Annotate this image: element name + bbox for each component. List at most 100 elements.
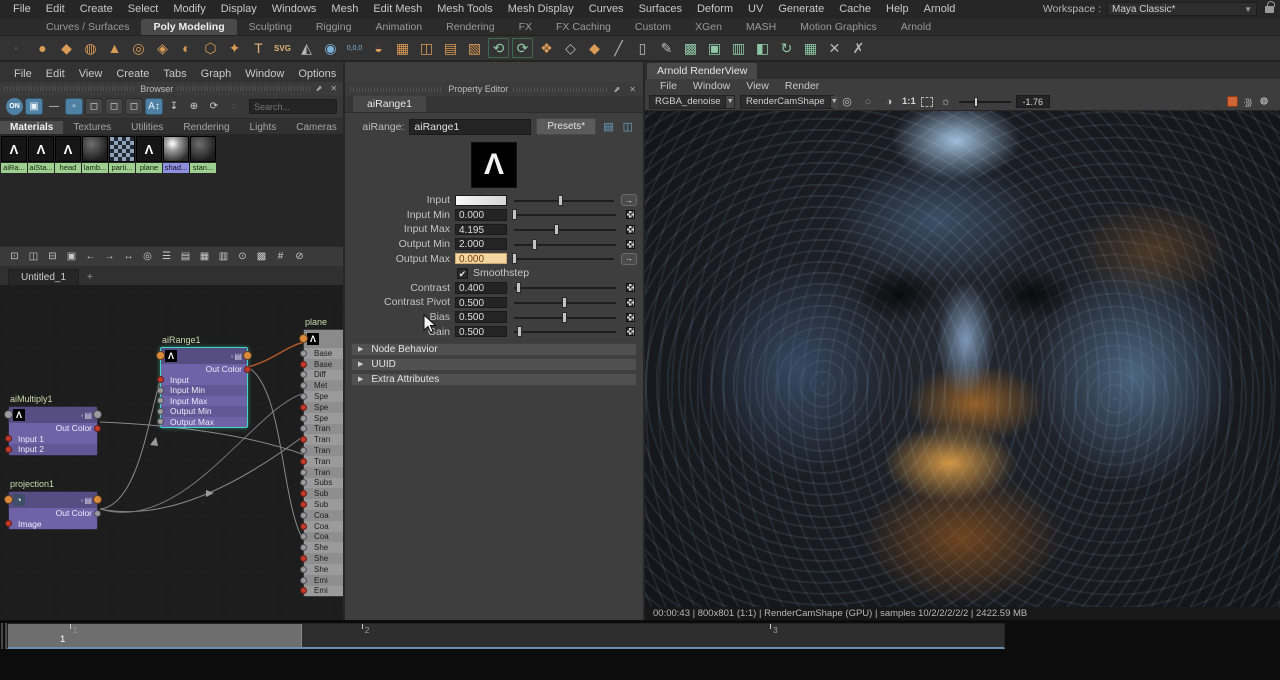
port-dot[interactable] [300, 403, 307, 411]
menu-item[interactable]: Surfaces [632, 2, 689, 16]
map-texture-button[interactable] [623, 209, 637, 221]
show-attributes-icon[interactable]: ▤ [601, 120, 615, 133]
port-dot[interactable] [300, 544, 307, 552]
browser-toolbar-icon[interactable]: A↕ [145, 98, 163, 115]
shelf-tool-icon[interactable]: T [247, 37, 270, 59]
node-editor-tool-icon[interactable]: ← [82, 249, 99, 264]
node-aimultiply1[interactable]: aiMultiply1 Λ ◦▤ Out Color Input 1 Input… [4, 394, 102, 456]
port-dot[interactable] [300, 447, 307, 455]
browser-toolbar-icon[interactable]: ◻ [105, 98, 123, 115]
shelf-tool-icon[interactable]: ✦ [223, 37, 246, 59]
port-dot[interactable] [300, 371, 307, 379]
value-field[interactable]: 2.000 [455, 238, 507, 250]
exposure-slider[interactable] [958, 96, 1011, 107]
property-editor-header[interactable]: Property Editor ⬈ ✕ [345, 82, 643, 96]
time-slider[interactable]: 1 2 3 1 [7, 623, 1005, 649]
shelf-tool-icon[interactable]: ⟲ [487, 37, 510, 59]
port-dot[interactable] [300, 457, 307, 465]
node-port[interactable]: Emi [300, 574, 343, 586]
node-port[interactable]: Coa [300, 521, 343, 532]
port-dot[interactable] [5, 435, 12, 443]
node-editor-tool-icon[interactable]: ▦ [196, 249, 213, 264]
shelf-tab[interactable]: Sculpting [237, 19, 304, 35]
live-render-signal-icon[interactable]: ·))) [1243, 97, 1252, 107]
menu-item[interactable]: Help [879, 2, 916, 16]
slider-handle[interactable] [512, 209, 518, 221]
node-input-pin[interactable] [4, 495, 13, 504]
shelf-tool-icon[interactable]: ⬡ [199, 37, 222, 59]
browser-toolbar-icon[interactable]: ⊕ [185, 98, 203, 115]
node-port[interactable]: Base [300, 358, 343, 370]
node-port[interactable]: Tran [300, 445, 343, 456]
connection-button[interactable]: → [621, 252, 637, 265]
hypershade-menu-item[interactable]: File [8, 68, 38, 80]
slider-handle[interactable] [553, 223, 559, 235]
abort-render-button[interactable] [1227, 96, 1238, 107]
compare-snapshot-icon[interactable]: ○ [860, 96, 876, 108]
node-editor-tool-icon[interactable]: ◫ [25, 249, 42, 264]
node-editor-tool-icon[interactable]: ▥ [215, 249, 232, 264]
slider-handle[interactable] [562, 296, 567, 308]
node-port[interactable]: Output Max [157, 417, 247, 428]
node-port[interactable]: Sub [300, 488, 343, 500]
shelf-tab[interactable]: Rigging [304, 19, 364, 35]
shelf-tool-icon[interactable]: ▦ [799, 37, 822, 59]
node-editor-tool-icon[interactable]: ⊟ [44, 249, 61, 264]
port-dot[interactable] [300, 425, 307, 433]
attribute-slider[interactable] [512, 209, 618, 221]
aov-dropdown[interactable]: RGBA_denoise ▼ [649, 94, 735, 109]
node-port[interactable]: Diff [300, 370, 343, 381]
node-name-input[interactable] [409, 118, 532, 135]
node-airange1[interactable]: aiRange1 Λ ◦▤ Out Color Input Input Min … [156, 335, 252, 428]
node-port[interactable]: Base [300, 348, 343, 359]
node-editor-tab[interactable]: Untitled_1 [8, 269, 80, 285]
map-texture-button[interactable] [623, 311, 637, 323]
slider-handle[interactable] [517, 326, 523, 338]
node-editor-tool-icon[interactable]: ▤ [177, 249, 194, 264]
collapsible-section-header[interactable]: ▶ Node Behavior [351, 342, 637, 356]
shelf-tool-icon[interactable]: ◧ [751, 37, 774, 59]
node-body[interactable]: Λ ◦▤ Out Color [4, 406, 102, 456]
renderview-menu-item[interactable]: File [653, 80, 684, 92]
shelf-tool-icon[interactable]: ◒ [367, 37, 390, 59]
node-port[interactable]: Met [300, 380, 343, 392]
shelf-tool-icon[interactable]: ◐ [175, 37, 198, 59]
map-texture-button[interactable] [623, 238, 637, 250]
hypershade-menu-item[interactable]: Create [110, 68, 155, 80]
renderview-menu-item[interactable]: Render [778, 80, 826, 92]
node-port[interactable]: Tran [300, 434, 343, 445]
shelf-tool-icon[interactable]: ◭ [295, 37, 318, 59]
add-tab-button[interactable]: + [79, 270, 101, 285]
value-field[interactable]: 0.500 [455, 311, 507, 323]
browser-tab[interactable]: Textures [63, 121, 121, 134]
node-input-pin[interactable] [156, 351, 165, 360]
slider-handle[interactable] [512, 253, 518, 265]
port-dot[interactable] [300, 576, 307, 584]
slider-handle[interactable] [532, 238, 538, 250]
shelf-tool-icon[interactable]: ▩ [679, 37, 702, 59]
node-editor-tool-icon[interactable]: ▩ [253, 249, 270, 264]
gear-icon[interactable]: ☸ [1256, 95, 1272, 108]
port-dot[interactable] [300, 414, 307, 422]
browser-tab[interactable]: Cameras [286, 121, 347, 134]
current-frame-block[interactable] [8, 624, 302, 647]
value-field[interactable]: 4.195 [455, 223, 507, 236]
node-port[interactable]: Input Max [157, 396, 247, 407]
close-icon[interactable]: ✕ [627, 85, 638, 94]
port-dot[interactable] [157, 418, 164, 426]
menu-item[interactable]: Edit [39, 2, 72, 16]
port-dot[interactable] [157, 376, 164, 384]
attribute-slider[interactable] [512, 282, 618, 294]
region-render-icon[interactable] [920, 96, 933, 107]
browser-toolbar-icon[interactable]: ▫ [65, 98, 83, 115]
node-port[interactable]: Tran [300, 456, 343, 467]
port-dot[interactable] [157, 407, 164, 415]
node-port-out[interactable]: Out Color [9, 508, 101, 519]
smoothstep-checkbox[interactable]: ✔ [457, 267, 468, 279]
hypershade-menu-item[interactable]: Window [239, 68, 290, 80]
attribute-slider[interactable] [512, 223, 618, 235]
port-dot[interactable] [94, 509, 101, 517]
collapsible-section-header[interactable]: ▶ UUID [351, 357, 637, 371]
color-swatch-field[interactable] [455, 194, 507, 207]
node-output-pin[interactable] [93, 495, 102, 504]
